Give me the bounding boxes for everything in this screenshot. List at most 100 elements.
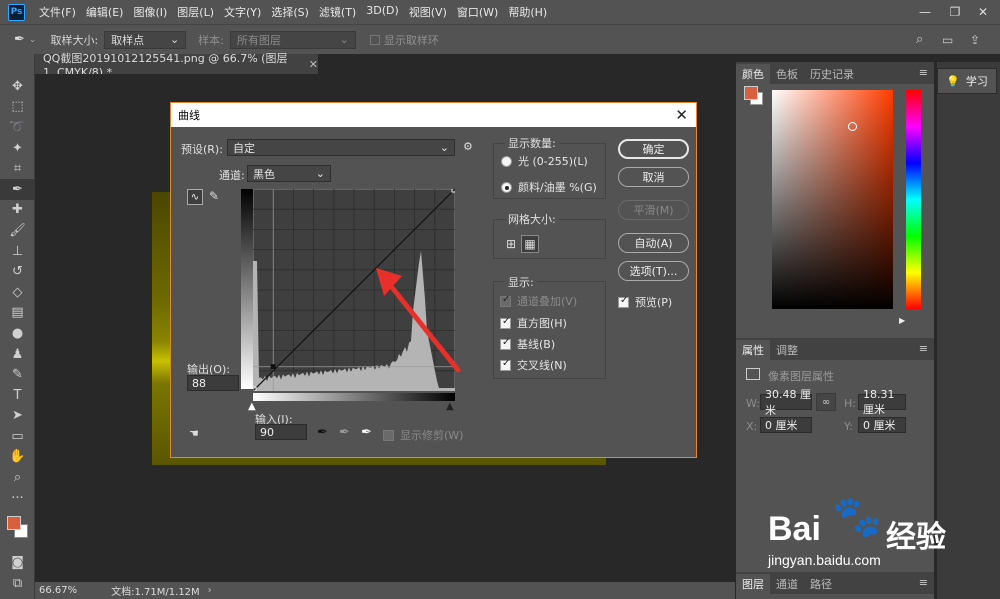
foreground-color-swatch[interactable] <box>7 516 21 531</box>
document-tab[interactable]: QQ截图20191012125541.png @ 66.7% (图层 1, CM… <box>35 52 318 79</box>
menu-item[interactable]: 选择(S) <box>271 4 309 20</box>
channel-overlay-box[interactable] <box>500 294 511 307</box>
path-selection-icon[interactable]: ➤ <box>0 406 35 427</box>
cancel-button[interactable]: 取消 <box>618 167 689 187</box>
status-arrow-icon[interactable]: › <box>208 585 212 596</box>
eyedropper-icon[interactable]: ✒ <box>14 32 25 47</box>
menu-item[interactable]: 窗口(W) <box>457 4 498 20</box>
output-field[interactable]: 88 <box>187 375 239 391</box>
close-window-button[interactable]: ✕ <box>968 0 998 24</box>
dodge-tool-icon[interactable]: ♟ <box>0 344 35 365</box>
w-field[interactable]: 30.48 厘米 <box>760 388 812 417</box>
marquee-tool-icon[interactable]: ⬚ <box>0 97 35 118</box>
detailed-grid-icon[interactable]: ▦ <box>521 235 539 253</box>
menu-item[interactable]: 图像(I) <box>133 4 167 20</box>
menu-item[interactable]: 图层(L) <box>177 4 214 20</box>
history-brush-icon[interactable]: ↺ <box>0 261 35 282</box>
show-clipping-box[interactable] <box>383 429 394 441</box>
screen-mode-icon[interactable]: ⧉ <box>0 573 35 594</box>
share-icon[interactable]: ⇪ <box>970 33 980 47</box>
panel-menu-icon[interactable]: ≡ <box>919 342 928 355</box>
baseline-box[interactable] <box>500 337 511 350</box>
menu-item[interactable]: 帮助(H) <box>508 4 547 20</box>
more-tools-icon[interactable]: ··· <box>0 488 35 509</box>
learn-button[interactable]: 💡 学习 <box>937 68 997 94</box>
channel-select[interactable]: 黑色 ⌄ <box>247 165 331 182</box>
search-icon[interactable]: ⌕ <box>916 32 923 47</box>
light-radio[interactable]: 光 (0-255)(L) <box>501 153 588 169</box>
intersection-box[interactable] <box>500 358 511 371</box>
preset-select[interactable]: 自定 ⌄ <box>227 139 455 156</box>
tab-layers[interactable]: 图层 <box>736 574 770 594</box>
link-icon[interactable]: ∞ <box>816 393 836 411</box>
minimize-button[interactable]: — <box>910 0 940 24</box>
black-point-slider[interactable]: ▲ <box>446 401 454 412</box>
y-field[interactable]: 0 厘米 <box>858 417 906 433</box>
menu-item[interactable]: 文件(F) <box>39 4 76 20</box>
intersection-checkbox[interactable]: 交叉线(N) <box>500 357 567 373</box>
menu-item[interactable]: 滤镜(T) <box>319 4 356 20</box>
healing-brush-icon[interactable]: ✚ <box>0 200 35 221</box>
ok-button[interactable]: 确定 <box>618 139 689 159</box>
lasso-tool-icon[interactable]: ➰ <box>0 117 35 138</box>
smooth-button[interactable]: 平滑(M) <box>618 200 689 220</box>
auto-button[interactable]: 自动(A) <box>618 233 689 253</box>
input-field[interactable]: 90 <box>255 424 307 440</box>
sample-select[interactable]: 所有图层 ⌄ <box>229 30 356 49</box>
curve-edit-icon[interactable]: ∿ <box>187 189 203 205</box>
rectangle-tool-icon[interactable]: ▭ <box>0 426 35 447</box>
channel-overlay-checkbox[interactable]: 通道叠加(V) <box>500 293 577 309</box>
pigment-radio[interactable]: 颜料/油墨 %(G) <box>501 179 597 195</box>
eyedropper-tool-icon[interactable]: ✒ <box>0 178 35 200</box>
dialog-titlebar[interactable]: 曲线 ✕ <box>171 103 696 127</box>
foreground-color-swatch[interactable] <box>744 86 758 100</box>
pencil-icon[interactable]: ✎ <box>209 189 219 203</box>
sample-size-select[interactable]: 取样点 ⌄ <box>104 30 187 49</box>
x-field[interactable]: 0 厘米 <box>760 417 812 433</box>
preview-checkbox[interactable]: 预览(P) <box>618 294 672 310</box>
workspace-icon[interactable]: ▭ <box>942 33 953 47</box>
curve-point[interactable] <box>270 364 276 370</box>
preset-options-icon[interactable]: ⚙ <box>463 140 473 153</box>
on-image-adjust-icon[interactable]: ☚ <box>189 427 199 440</box>
tab-color[interactable]: 颜色 <box>736 64 770 84</box>
simple-grid-icon[interactable]: ⊞ <box>503 236 519 252</box>
crop-tool-icon[interactable]: ⌗ <box>0 158 35 179</box>
baseline-checkbox[interactable]: 基线(B) <box>500 336 555 352</box>
quick-mask-icon[interactable]: ◙ <box>0 552 35 573</box>
menu-item[interactable]: 编辑(E) <box>86 4 124 20</box>
panel-menu-icon[interactable]: ≡ <box>919 66 928 79</box>
tab-history[interactable]: 历史记录 <box>804 64 860 84</box>
blur-tool-icon[interactable]: ● <box>0 323 35 344</box>
tab-properties[interactable]: 属性 <box>736 340 770 360</box>
h-field[interactable]: 18.31 厘米 <box>858 388 906 416</box>
black-eyedropper-icon[interactable]: ✒ <box>317 425 328 440</box>
move-tool-icon[interactable]: ✥ <box>0 76 35 97</box>
show-clipping-checkbox[interactable]: 显示修剪(W) <box>383 427 463 443</box>
zoom-level[interactable]: 66.67% <box>39 585 77 596</box>
pen-tool-icon[interactable]: ✎ <box>0 364 35 385</box>
histogram-box[interactable] <box>500 316 511 329</box>
gradient-tool-icon[interactable]: ▤ <box>0 303 35 324</box>
clone-stamp-icon[interactable]: ⊥ <box>0 241 35 262</box>
preview-box[interactable] <box>618 295 629 308</box>
zoom-tool-icon[interactable]: ⌕ <box>0 467 35 488</box>
eraser-tool-icon[interactable]: ◇ <box>0 282 35 303</box>
menu-item[interactable]: 视图(V) <box>409 4 447 20</box>
close-dialog-icon[interactable]: ✕ <box>675 106 688 124</box>
hue-slider[interactable] <box>906 90 921 309</box>
histogram-checkbox[interactable]: 直方图(H) <box>500 315 567 331</box>
hand-tool-icon[interactable]: ✋ <box>0 447 35 468</box>
pigment-radio-dot[interactable] <box>501 181 512 193</box>
chevron-down-icon[interactable]: ⌄ <box>29 35 37 45</box>
color-picker-cursor[interactable] <box>848 122 857 131</box>
magic-wand-icon[interactable]: ✦ <box>0 138 35 159</box>
menu-item[interactable]: 文字(Y) <box>224 4 261 20</box>
light-radio-dot[interactable] <box>501 155 512 167</box>
tab-adjustments[interactable]: 调整 <box>770 340 804 360</box>
tab-swatches[interactable]: 色板 <box>770 64 804 84</box>
options-button[interactable]: 选项(T)... <box>618 261 689 281</box>
gray-eyedropper-icon[interactable]: ✒ <box>339 425 350 440</box>
hue-slider-handle[interactable]: ▶ <box>899 316 905 325</box>
brush-tool-icon[interactable]: 🖌 <box>0 220 35 241</box>
